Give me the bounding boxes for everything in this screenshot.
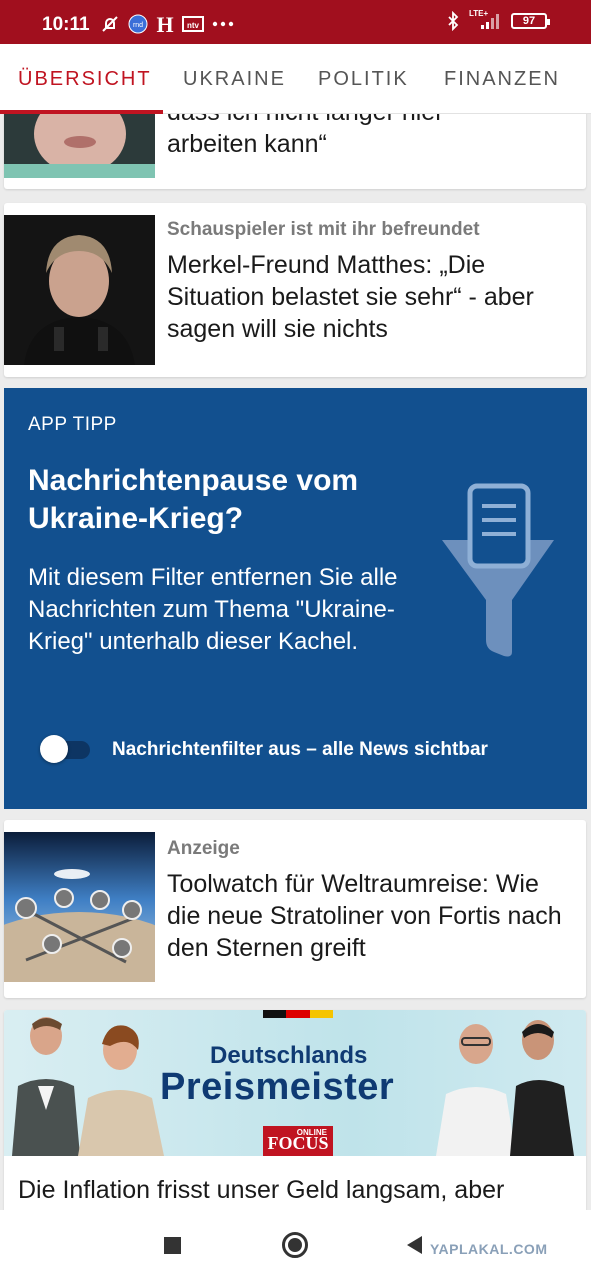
svg-text:ntv: ntv <box>187 21 200 30</box>
status-time: 10:11 <box>42 14 90 35</box>
signal-icon: LTE+ <box>469 9 501 31</box>
article-headline: Toolwatch für Weltraumreise: Wie die neu… <box>167 870 562 962</box>
bluetooth-icon <box>448 11 459 31</box>
german-flag <box>263 1010 333 1018</box>
home-button[interactable] <box>282 1232 308 1258</box>
article-thumbnail <box>4 215 155 365</box>
article-kicker: Anzeige <box>167 838 240 859</box>
article-text: dass ich nicht länger hier arbeiten kann… <box>167 114 574 160</box>
article-text: Anzeige Toolwatch für Weltraumreise: Wie… <box>167 838 574 964</box>
article-headline-line2: arbeiten kann“ <box>167 130 327 158</box>
more-dots-icon <box>212 21 234 27</box>
article-card-merkel[interactable]: Schauspieler ist mit ihr befreundet Merk… <box>4 203 586 377</box>
svg-text:H: H <box>156 13 173 35</box>
news-filter-toggle[interactable] <box>40 735 90 763</box>
category-tabs: ÜBERSICHT UKRAINE POLITIK FINANZEN <box>0 44 591 114</box>
app-tip-body: Mit diesem Filter entfernen Sie alle Nac… <box>28 564 398 655</box>
article-card-ad[interactable]: Anzeige Toolwatch für Weltraumreise: Wie… <box>4 820 586 998</box>
system-icons: LTE+ 97 <box>447 9 550 31</box>
presenters-right-image <box>436 1020 574 1156</box>
article-text: Schauspieler ist mit ihr befreundet Merk… <box>167 219 574 345</box>
toggle-knob <box>40 735 68 763</box>
article-kicker: Schauspieler ist mit ihr befreundet <box>167 219 480 240</box>
article-headline-line1: dass ich nicht länger hier <box>167 114 574 128</box>
battery-level: 97 <box>522 15 536 27</box>
notification-icons: rnd H ntv <box>100 13 234 35</box>
app-tip-label: APP TIPP <box>28 414 117 435</box>
news-feed[interactable]: dass ich nicht länger hier arbeiten kann… <box>0 114 591 1210</box>
rnd-app-icon: rnd <box>128 14 148 34</box>
article-headline: Die Inflation frisst unser Geld langsam,… <box>18 1176 505 1204</box>
news-filter-icon <box>442 483 554 657</box>
watermark: YAPLAKAL.COM <box>430 1241 548 1257</box>
article-card-partial[interactable]: dass ich nicht länger hier arbeiten kann… <box>4 114 586 189</box>
focus-online-logo: ONLINE FOCUS <box>263 1126 333 1156</box>
app-tip-title: Nachrichtenpause vom Ukraine-Krieg? <box>28 464 359 535</box>
tab-uebersicht[interactable]: ÜBERSICHT <box>18 68 152 91</box>
battery-icon: 97 <box>511 13 550 29</box>
dnd-off-icon <box>102 16 118 32</box>
recents-button[interactable] <box>164 1237 181 1254</box>
article-thumbnail <box>4 114 155 178</box>
ntv-app-icon: ntv <box>182 16 204 32</box>
status-bar: 10:11 rnd H ntv LTE+ 97 <box>0 0 591 44</box>
svg-text:rnd: rnd <box>133 22 143 29</box>
h-app-icon: H <box>156 13 173 35</box>
tab-ukraine[interactable]: UKRAINE <box>183 68 286 91</box>
system-navigation-bar: YAPLAKAL.COM <box>0 1210 591 1280</box>
focus-logo-online: ONLINE <box>296 1128 327 1137</box>
banner-title-line2: Preismeister <box>160 1066 395 1108</box>
article-card-preismeister[interactable]: Deutschlands Preismeister ONLINE FOCUS D… <box>4 1010 586 1210</box>
app-tip-card: APP TIPP Nachrichtenpause vom Ukraine-Kr… <box>4 388 587 809</box>
article-headline: Merkel-Freund Matthes: „Die Situation be… <box>167 251 534 343</box>
tab-finanzen[interactable]: FINANZEN <box>444 68 560 91</box>
preismeister-banner: Deutschlands Preismeister ONLINE FOCUS <box>4 1010 586 1156</box>
back-button[interactable] <box>407 1236 422 1254</box>
news-filter-toggle-label[interactable]: Nachrichtenfilter aus – alle News sichtb… <box>112 739 488 761</box>
article-thumbnail <box>4 832 155 982</box>
tab-politik[interactable]: POLITIK <box>318 68 409 91</box>
